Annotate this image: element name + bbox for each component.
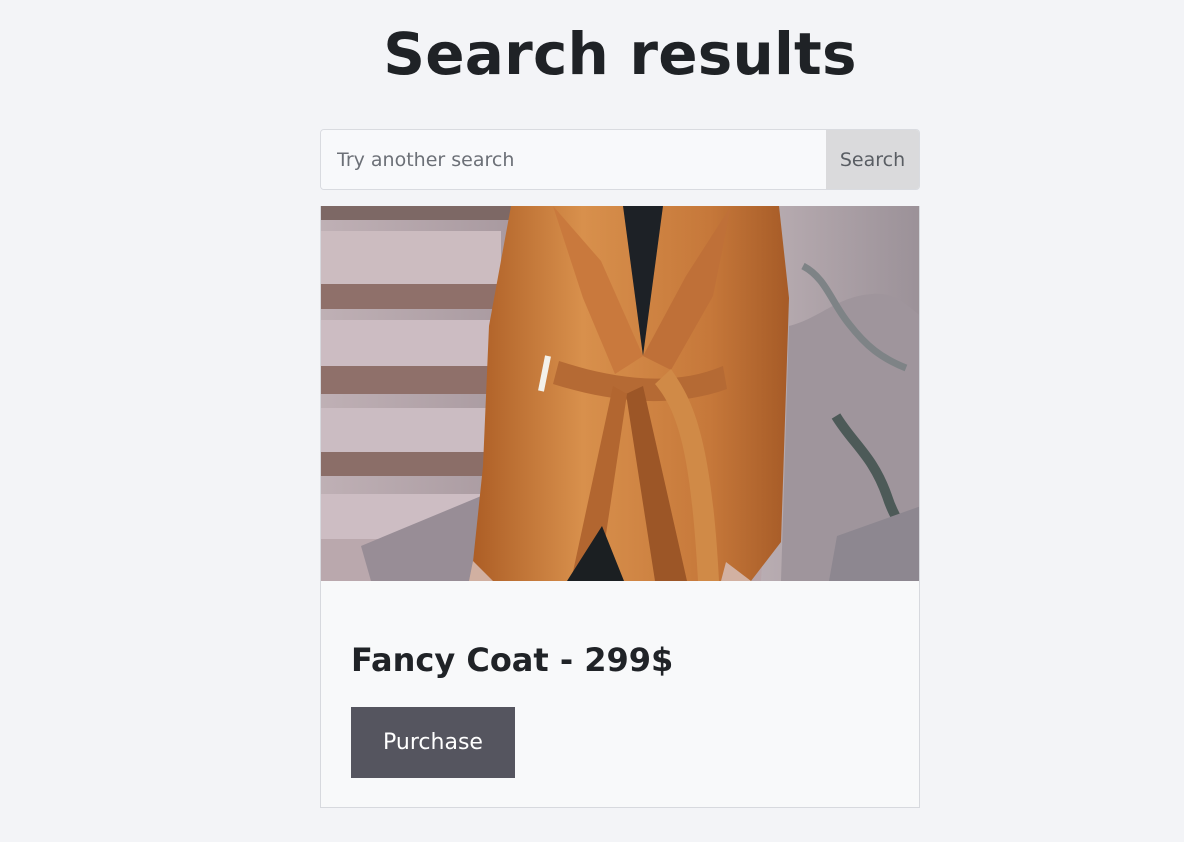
search-input[interactable] [321,130,826,189]
product-photo-icon [321,206,919,581]
purchase-button[interactable]: Purchase [351,707,515,778]
product-title: Fancy Coat - 299$ [351,641,674,679]
product-card: Fancy Coat - 299$ Purchase [320,206,920,808]
page-title: Search results [383,20,857,88]
search-bar: Search [320,129,920,190]
search-button[interactable]: Search [826,130,919,189]
